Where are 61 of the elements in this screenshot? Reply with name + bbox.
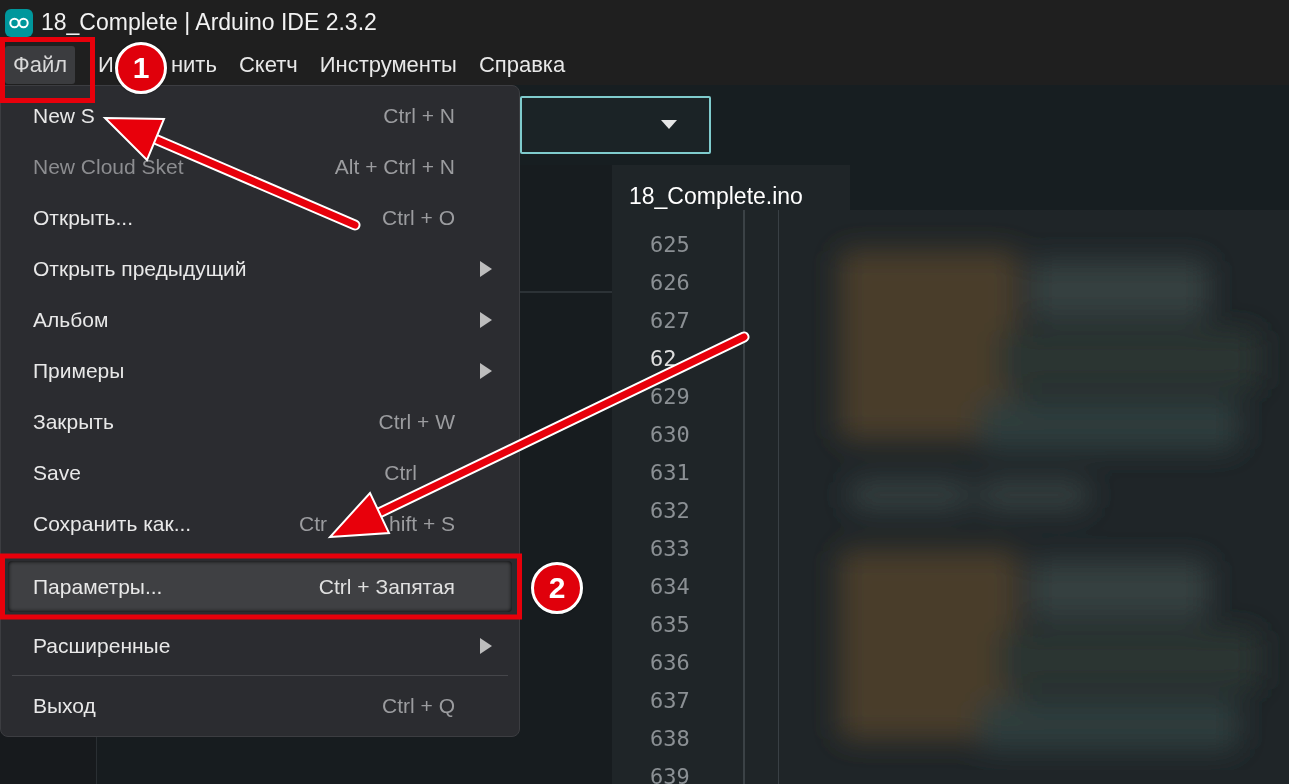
line-number: 625 [649,231,690,259]
line-number: 630 [649,421,690,449]
line-number: 635 [649,611,690,639]
menu-item[interactable]: Выход Ctrl + Q [8,680,512,731]
menu-item[interactable]: Save Ctrl [8,447,512,498]
menu-item[interactable]: Параметры... Ctrl + Запятая [8,561,512,612]
menu-item[interactable]: Сохранить как... Ctr hift + S [8,498,512,549]
line-number: 639 [649,763,690,784]
shortcut-label: Ctrl + Q [382,693,455,718]
submenu-arrow-icon [480,260,492,277]
menu-item-label: New S [33,103,96,128]
menu-item-label: Альбом [33,307,110,332]
submenu-arrow-icon [480,362,492,379]
shortcut-label: hift + S [389,511,455,536]
line-number: 626 [649,269,690,297]
line-number: 633 [649,535,690,563]
line-number: 627 [649,307,690,335]
editor-tab[interactable]: 18_Complete.ino [612,165,850,210]
shortcut-label: Alt + Ctrl + N [334,154,455,179]
menu-item-label: Открыть предыдущий [33,256,248,281]
line-number: 629 [649,383,690,411]
submenu-arrow-icon [480,311,492,328]
line-number: 637 [649,687,690,715]
app-logo-icon [5,8,33,37]
menu-bar-item[interactable]: Скетч [230,46,306,84]
caret-icon [661,120,677,130]
line-number: 636 [649,649,690,677]
menu-item[interactable]: Открыть... Ctrl + O [8,192,512,243]
menu-item-label: New Cloud Sket [33,154,185,179]
menu-item-label: Выход [33,693,97,718]
menu-item-label: Открыть... [33,205,134,230]
line-number: 638 [649,725,690,753]
shortcut-label: Ctr [299,511,328,536]
line-number: 632 [649,497,690,525]
menu-item-label: Примеры [33,358,126,383]
menu-item[interactable]: Альбом [8,294,512,345]
menu-item[interactable]: Открыть предыдущий [8,243,512,294]
line-number: 631 [649,459,690,487]
menu-item-label: Закрыть [33,409,115,434]
menu-item-label: Расширенные [33,633,172,658]
board-selector[interactable] [520,96,711,154]
menu-item[interactable]: Примеры [8,345,512,396]
menu-item-label: Сохранить как... [33,511,193,536]
submenu-arrow-icon [480,637,492,654]
menu-bar-item-text[interactable]: нить [170,52,217,78]
menu-bar-item[interactable]: Справка [470,46,574,84]
shortcut-label: Ctrl + N [383,103,455,128]
shortcut-label: Ctrl + Запятая [318,574,455,599]
menu-item-label: Параметры... [33,574,164,599]
menu-item[interactable]: Расширенные [8,620,512,671]
window-title: 18_Complete | Arduino IDE 2.3.2 [41,9,377,36]
menu-bar-item[interactable]: Файл [5,46,76,84]
shortcut-label: Ctrl + O [382,205,455,230]
shortcut-label: Ctrl + W [378,409,455,434]
menu-bar-item[interactable]: Инструменты [311,46,465,84]
menu-item-label: Save [33,460,82,485]
menu-item[interactable]: Закрыть Ctrl + W [8,396,512,447]
line-number: 634 [649,573,690,601]
menu-bar-item-text[interactable]: И [98,52,114,78]
shortcut-label: Ctrl [384,460,417,485]
line-number: 62 [649,345,677,373]
